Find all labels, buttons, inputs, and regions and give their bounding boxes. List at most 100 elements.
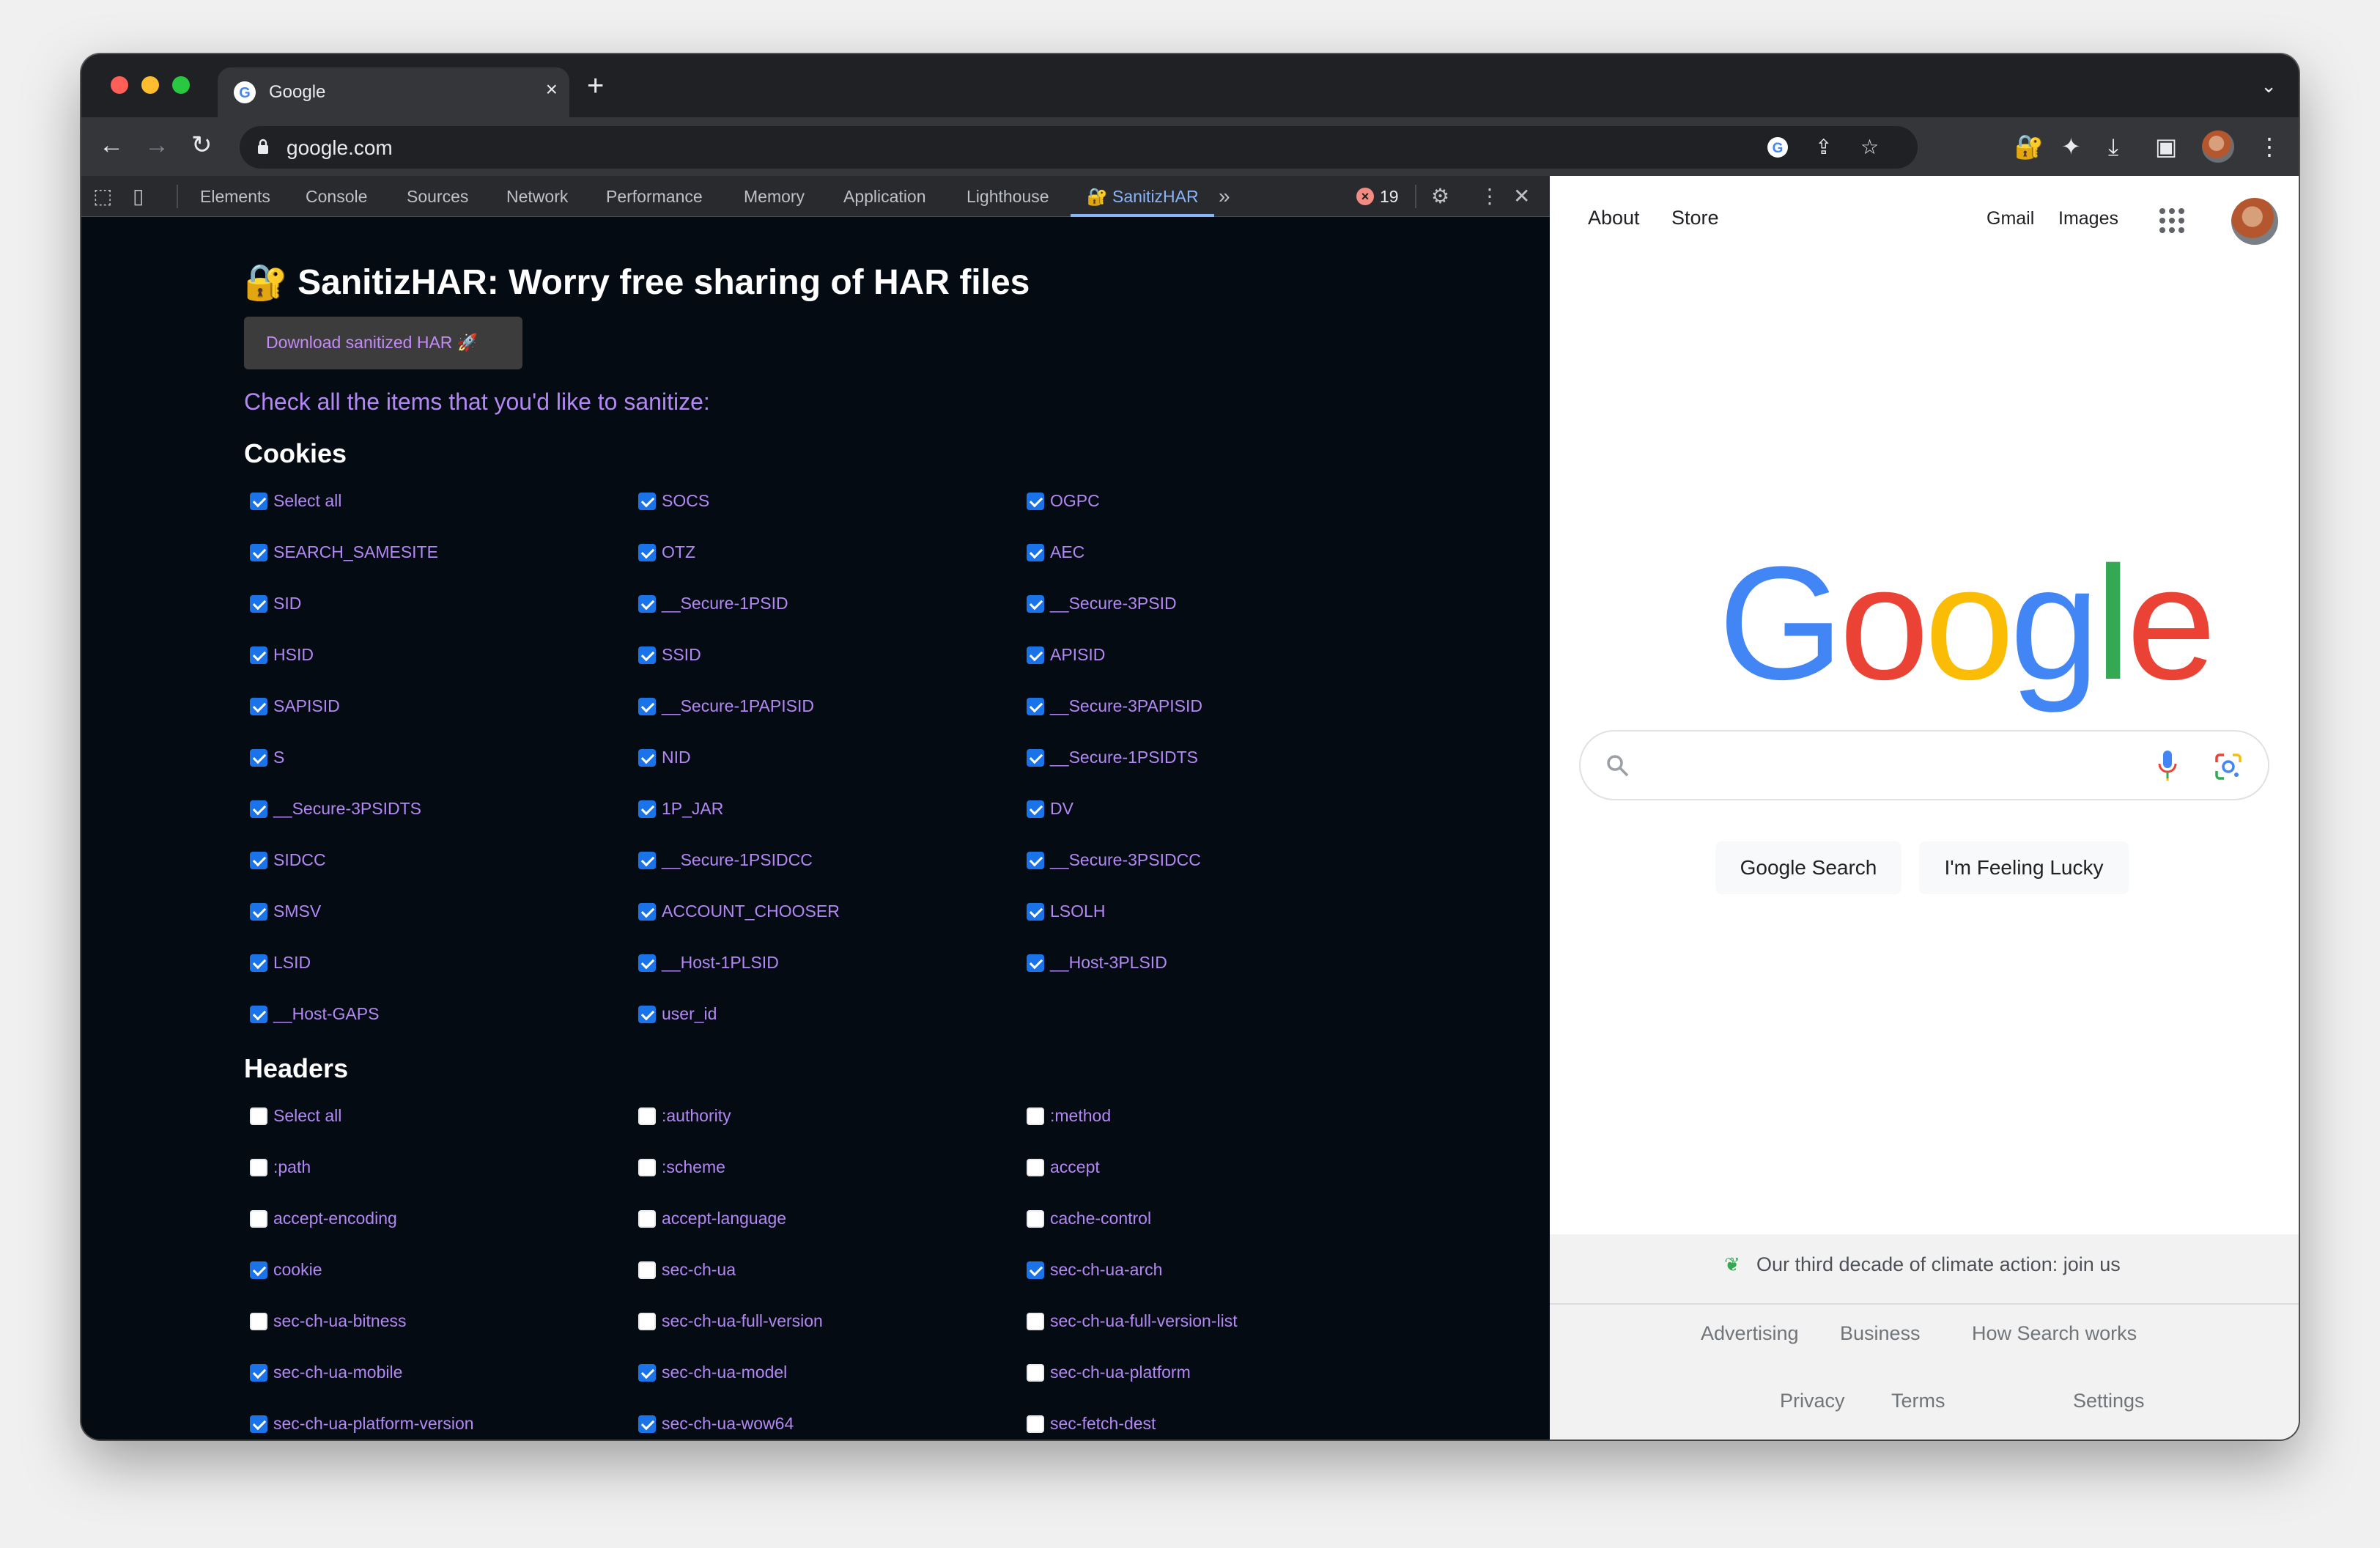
tab-network[interactable]: Network <box>506 187 568 207</box>
extensions-puzzle-icon[interactable]: ✦ <box>2061 132 2081 161</box>
devtools-menu-icon[interactable]: ⋮ <box>1479 185 1500 208</box>
checkbox[interactable] <box>1027 749 1044 767</box>
images-link[interactable]: Images <box>2058 208 2118 229</box>
climate-action-link[interactable]: Our third decade of climate action: join… <box>1756 1253 2121 1276</box>
checkbox[interactable] <box>250 1210 267 1228</box>
checkbox[interactable] <box>638 800 656 818</box>
checkbox[interactable] <box>638 698 656 715</box>
tab-elements[interactable]: Elements <box>200 187 270 207</box>
terms-link[interactable]: Terms <box>1891 1390 1945 1412</box>
checkbox[interactable] <box>250 1313 267 1330</box>
checkbox[interactable] <box>638 954 656 972</box>
checkbox-label[interactable]: OGPC <box>1050 491 1100 511</box>
account-avatar[interactable] <box>2231 198 2278 245</box>
checkbox-label[interactable]: __Host-GAPS <box>273 1004 379 1024</box>
checkbox-label[interactable]: SAPISID <box>273 696 340 716</box>
gear-icon[interactable]: ⚙ <box>1431 185 1449 208</box>
browser-tab[interactable]: G Google × <box>218 67 569 117</box>
checkbox[interactable] <box>1027 1364 1044 1382</box>
bookmark-star-icon[interactable]: ☆ <box>1860 136 1879 158</box>
checkbox[interactable] <box>250 1107 267 1125</box>
checkbox-label[interactable]: SEARCH_SAMESITE <box>273 542 438 562</box>
checkbox[interactable] <box>638 595 656 613</box>
checkbox[interactable] <box>638 544 656 561</box>
google-apps-grid-icon[interactable] <box>2159 208 2184 233</box>
close-devtools-icon[interactable]: ✕ <box>1513 185 1530 208</box>
google-search-button[interactable]: Google Search <box>1715 841 1902 894</box>
minimize-window-button[interactable] <box>141 76 159 94</box>
checkbox-label[interactable]: accept <box>1050 1157 1100 1177</box>
checkbox-label[interactable]: sec-ch-ua-bitness <box>273 1311 407 1331</box>
checkbox-label[interactable]: accept-language <box>662 1209 786 1228</box>
checkbox[interactable] <box>638 1364 656 1382</box>
checkbox-label[interactable]: __Secure-1PSIDTS <box>1050 748 1198 767</box>
checkbox-label[interactable]: Select all <box>273 1106 341 1126</box>
checkbox-label[interactable]: __Secure-1PAPISID <box>662 696 814 716</box>
tab-sources[interactable]: Sources <box>407 187 468 207</box>
checkbox[interactable] <box>638 1159 656 1176</box>
checkbox-label[interactable]: sec-ch-ua-full-version-list <box>1050 1311 1238 1331</box>
checkbox-label[interactable]: __Host-1PLSID <box>662 953 779 973</box>
checkbox[interactable] <box>250 1159 267 1176</box>
tab-sanitizhar[interactable]: 🔐 SanitizHAR <box>1087 187 1199 207</box>
checkbox[interactable] <box>1027 1415 1044 1433</box>
checkbox-label[interactable]: sec-ch-ua-model <box>662 1363 787 1382</box>
checkbox[interactable] <box>1027 903 1044 921</box>
checkbox[interactable] <box>1027 852 1044 869</box>
checkbox-label[interactable]: :authority <box>662 1106 731 1126</box>
checkbox[interactable] <box>1027 493 1044 510</box>
back-arrow-icon[interactable]: ← <box>99 130 124 160</box>
about-link[interactable]: About <box>1588 207 1640 229</box>
checkbox[interactable] <box>250 1006 267 1023</box>
google-lens-g-icon[interactable]: G <box>1767 136 1789 158</box>
checkbox[interactable] <box>638 493 656 510</box>
checkbox-label[interactable]: user_id <box>662 1004 717 1024</box>
checkbox[interactable] <box>250 800 267 818</box>
checkbox-label[interactable]: Select all <box>273 491 341 511</box>
gmail-link[interactable]: Gmail <box>1987 208 2034 229</box>
checkbox-label[interactable]: cache-control <box>1050 1209 1151 1228</box>
checkbox[interactable] <box>250 1261 267 1279</box>
checkbox-label[interactable]: accept-encoding <box>273 1209 397 1228</box>
checkbox[interactable] <box>1027 800 1044 818</box>
checkbox-label[interactable]: LSID <box>273 953 311 973</box>
chevron-down-icon[interactable]: ⌄ <box>2261 75 2277 97</box>
checkbox[interactable] <box>1027 1261 1044 1279</box>
checkbox-label[interactable]: sec-ch-ua-wow64 <box>662 1414 794 1434</box>
business-link[interactable]: Business <box>1840 1322 1921 1345</box>
checkbox[interactable] <box>638 646 656 664</box>
google-lens-icon[interactable] <box>2214 752 2243 781</box>
checkbox-label[interactable]: DV <box>1050 799 1073 819</box>
microphone-icon[interactable] <box>2157 749 2178 781</box>
checkbox[interactable] <box>1027 1107 1044 1125</box>
checkbox-label[interactable]: AEC <box>1050 542 1084 562</box>
checkbox[interactable] <box>250 954 267 972</box>
checkbox-label[interactable]: :path <box>273 1157 311 1177</box>
checkbox-label[interactable]: SOCS <box>662 491 709 511</box>
checkbox-label[interactable]: NID <box>662 748 691 767</box>
forward-arrow-icon[interactable]: → <box>144 130 169 160</box>
checkbox-label[interactable]: :scheme <box>662 1157 725 1177</box>
checkbox[interactable] <box>250 698 267 715</box>
close-window-button[interactable] <box>111 76 128 94</box>
checkbox-label[interactable]: __Secure-3PSID <box>1050 594 1177 613</box>
side-panel-icon[interactable]: ▣ <box>2155 132 2177 161</box>
checkbox[interactable] <box>250 1364 267 1382</box>
checkbox[interactable] <box>250 646 267 664</box>
checkbox[interactable] <box>1027 646 1044 664</box>
checkbox[interactable] <box>250 1415 267 1433</box>
checkbox[interactable] <box>638 1261 656 1279</box>
checkbox[interactable] <box>638 903 656 921</box>
checkbox[interactable] <box>638 1210 656 1228</box>
checkbox[interactable] <box>1027 1313 1044 1330</box>
checkbox[interactable] <box>638 749 656 767</box>
checkbox[interactable] <box>638 1313 656 1330</box>
checkbox-label[interactable]: __Secure-3PSIDTS <box>273 799 421 819</box>
zoom-window-button[interactable] <box>172 76 190 94</box>
checkbox[interactable] <box>638 1107 656 1125</box>
checkbox-label[interactable]: OTZ <box>662 542 695 562</box>
address-bar[interactable]: google.com G ⇪ ☆ <box>240 126 1918 169</box>
how-search-works-link[interactable]: How Search works <box>1972 1322 2137 1345</box>
checkbox-label[interactable]: __Secure-1PSID <box>662 594 788 613</box>
tab-lighthouse[interactable]: Lighthouse <box>967 187 1049 207</box>
